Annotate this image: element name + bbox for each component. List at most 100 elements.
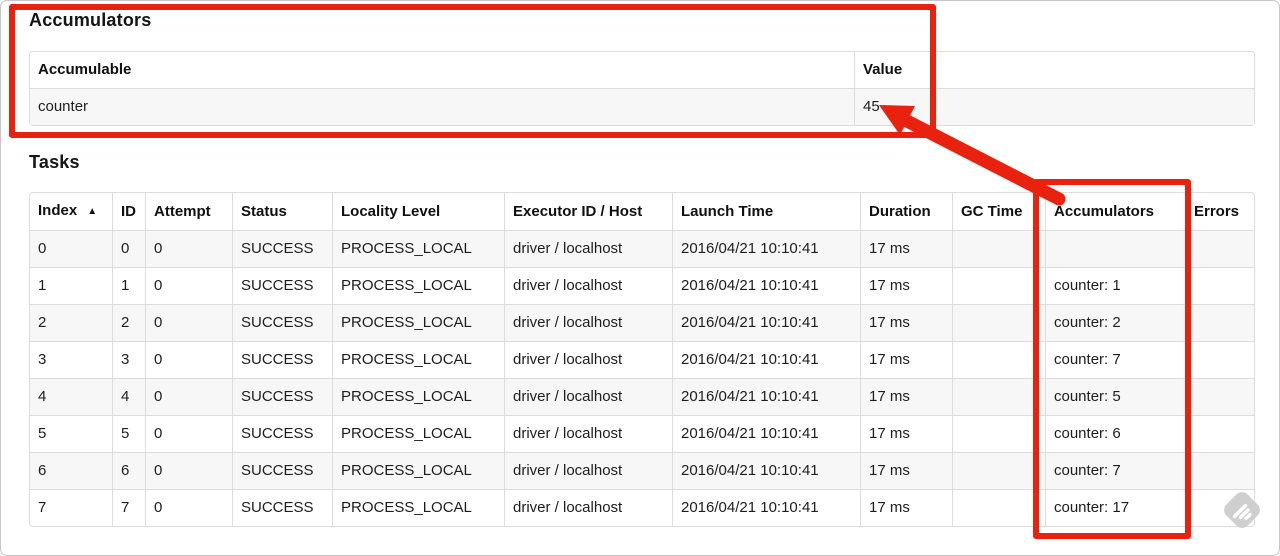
tasks-table: Index ▲ ID Attempt Status Locality Level … xyxy=(29,192,1255,527)
index-cell: 2 xyxy=(30,304,112,341)
locality-cell: PROCESS_LOCAL xyxy=(332,230,504,267)
launch-time-cell: 2016/04/21 10:10:41 xyxy=(672,378,860,415)
accumulable-value-cell: 45 xyxy=(854,88,1254,125)
id-cell: 6 xyxy=(112,452,145,489)
duration-cell: 17 ms xyxy=(860,304,952,341)
accumulators-cell xyxy=(1045,230,1185,267)
sort-ascending-icon: ▲ xyxy=(87,206,98,217)
status-cell: SUCCESS xyxy=(232,230,332,267)
id-cell: 7 xyxy=(112,489,145,526)
locality-cell: PROCESS_LOCAL xyxy=(332,415,504,452)
accumulators-table-header-row: Accumulable Value xyxy=(30,52,1254,88)
gc-time-column-header[interactable]: GC Time xyxy=(952,193,1045,230)
executor-id-host-column-header[interactable]: Executor ID / Host xyxy=(504,193,672,230)
locality-cell: PROCESS_LOCAL xyxy=(332,341,504,378)
table-row: 3 3 0 SUCCESS PROCESS_LOCAL driver / loc… xyxy=(30,341,1254,378)
value-column-header[interactable]: Value xyxy=(854,52,1254,88)
accumulable-column-header[interactable]: Accumulable xyxy=(30,52,854,88)
executor-cell: driver / localhost xyxy=(504,378,672,415)
executor-cell: driver / localhost xyxy=(504,415,672,452)
table-row: 6 6 0 SUCCESS PROCESS_LOCAL driver / loc… xyxy=(30,452,1254,489)
table-row: 2 2 0 SUCCESS PROCESS_LOCAL driver / loc… xyxy=(30,304,1254,341)
executor-cell: driver / localhost xyxy=(504,304,672,341)
executor-cell: driver / localhost xyxy=(504,230,672,267)
accumulators-cell: counter: 7 xyxy=(1045,452,1185,489)
accumulators-cell: counter: 6 xyxy=(1045,415,1185,452)
locality-cell: PROCESS_LOCAL xyxy=(332,489,504,526)
status-cell: SUCCESS xyxy=(232,267,332,304)
launch-time-cell: 2016/04/21 10:10:41 xyxy=(672,452,860,489)
duration-cell: 17 ms xyxy=(860,230,952,267)
table-row: 5 5 0 SUCCESS PROCESS_LOCAL driver / loc… xyxy=(30,415,1254,452)
attempt-cell: 0 xyxy=(145,415,232,452)
spark-stage-details-page: Accumulators Accumulable Value counter 4… xyxy=(0,0,1280,556)
executor-cell: driver / localhost xyxy=(504,452,672,489)
accumulators-cell: counter: 1 xyxy=(1045,267,1185,304)
executor-cell: driver / localhost xyxy=(504,489,672,526)
locality-level-column-header[interactable]: Locality Level xyxy=(332,193,504,230)
gc-time-cell xyxy=(952,378,1045,415)
accumulators-cell: counter: 7 xyxy=(1045,341,1185,378)
gc-time-cell xyxy=(952,452,1045,489)
locality-cell: PROCESS_LOCAL xyxy=(332,452,504,489)
accumulators-cell: counter: 2 xyxy=(1045,304,1185,341)
index-cell: 7 xyxy=(30,489,112,526)
id-cell: 0 xyxy=(112,230,145,267)
status-column-header[interactable]: Status xyxy=(232,193,332,230)
locality-cell: PROCESS_LOCAL xyxy=(332,304,504,341)
table-row: 1 1 0 SUCCESS PROCESS_LOCAL driver / loc… xyxy=(30,267,1254,304)
status-cell: SUCCESS xyxy=(232,415,332,452)
launch-time-column-header[interactable]: Launch Time xyxy=(672,193,860,230)
index-cell: 0 xyxy=(30,230,112,267)
attempt-cell: 0 xyxy=(145,489,232,526)
duration-cell: 17 ms xyxy=(860,267,952,304)
id-cell: 3 xyxy=(112,341,145,378)
accumulators-cell: counter: 17 xyxy=(1045,489,1185,526)
errors-cell xyxy=(1185,415,1254,452)
gc-time-cell xyxy=(952,267,1045,304)
attempt-cell: 0 xyxy=(145,267,232,304)
gc-time-cell xyxy=(952,230,1045,267)
index-cell: 4 xyxy=(30,378,112,415)
errors-column-header[interactable]: Errors xyxy=(1185,193,1254,230)
index-cell: 3 xyxy=(30,341,112,378)
errors-cell xyxy=(1185,341,1254,378)
status-cell: SUCCESS xyxy=(232,378,332,415)
attempt-column-header[interactable]: Attempt xyxy=(145,193,232,230)
table-row: 0 0 0 SUCCESS PROCESS_LOCAL driver / loc… xyxy=(30,230,1254,267)
status-cell: SUCCESS xyxy=(232,341,332,378)
errors-cell xyxy=(1185,452,1254,489)
accumulators-column-header[interactable]: Accumulators xyxy=(1045,193,1185,230)
table-row: counter 45 xyxy=(30,88,1254,125)
table-row: 7 7 0 SUCCESS PROCESS_LOCAL driver / loc… xyxy=(30,489,1254,526)
duration-cell: 17 ms xyxy=(860,452,952,489)
executor-cell: driver / localhost xyxy=(504,341,672,378)
gc-time-cell xyxy=(952,341,1045,378)
attempt-cell: 0 xyxy=(145,230,232,267)
duration-cell: 17 ms xyxy=(860,415,952,452)
duration-cell: 17 ms xyxy=(860,489,952,526)
errors-cell xyxy=(1185,267,1254,304)
errors-cell xyxy=(1185,304,1254,341)
executor-cell: driver / localhost xyxy=(504,267,672,304)
index-cell: 1 xyxy=(30,267,112,304)
id-column-header[interactable]: ID xyxy=(112,193,145,230)
launch-time-cell: 2016/04/21 10:10:41 xyxy=(672,267,860,304)
accumulable-name-cell: counter xyxy=(30,88,854,125)
index-cell: 5 xyxy=(30,415,112,452)
errors-cell xyxy=(1185,378,1254,415)
index-column-header[interactable]: Index ▲ xyxy=(30,193,112,230)
duration-column-header[interactable]: Duration xyxy=(860,193,952,230)
errors-cell xyxy=(1185,230,1254,267)
table-row: 4 4 0 SUCCESS PROCESS_LOCAL driver / loc… xyxy=(30,378,1254,415)
status-cell: SUCCESS xyxy=(232,452,332,489)
duration-cell: 17 ms xyxy=(860,378,952,415)
id-cell: 1 xyxy=(112,267,145,304)
gc-time-cell xyxy=(952,304,1045,341)
launch-time-cell: 2016/04/21 10:10:41 xyxy=(672,230,860,267)
attempt-cell: 0 xyxy=(145,341,232,378)
locality-cell: PROCESS_LOCAL xyxy=(332,378,504,415)
attempt-cell: 0 xyxy=(145,304,232,341)
accumulators-cell: counter: 5 xyxy=(1045,378,1185,415)
tasks-section-title: Tasks xyxy=(29,152,80,172)
